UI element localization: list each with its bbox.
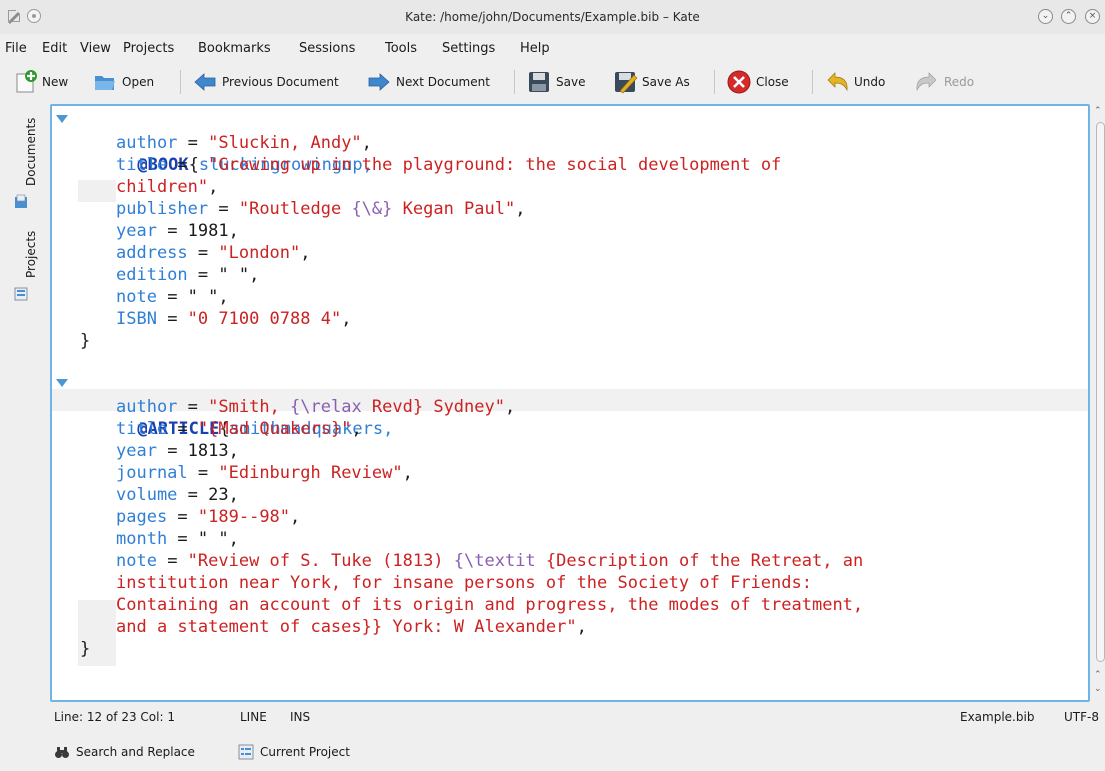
project-list-icon xyxy=(238,744,254,760)
save-disk-icon xyxy=(529,72,549,92)
code-line: @BOOK{sluckingrowingup, xyxy=(52,110,373,175)
search-replace-tab[interactable]: Search and Replace xyxy=(54,744,195,760)
code-line: address = "London", xyxy=(116,243,311,263)
maximize-icon[interactable]: ⌃ xyxy=(1061,9,1076,24)
tab-projects[interactable]: Projects xyxy=(24,231,38,278)
code-line: edition = " ", xyxy=(116,265,260,285)
code-line: year = 1981, xyxy=(116,221,239,241)
vertical-scrollbar[interactable]: ⌃ ⌃ ⌄ xyxy=(1092,104,1105,702)
code-line: ISBN = "0 7100 0788 4", xyxy=(116,309,352,329)
cursor-position: Line: 12 of 23 Col: 1 xyxy=(54,710,175,724)
folder-open-icon xyxy=(95,76,115,90)
documents-icon[interactable] xyxy=(13,194,29,210)
redo-button[interactable]: Redo xyxy=(914,62,974,102)
code-line: } xyxy=(80,331,91,351)
code-line: and a statement of cases}} York: W Alexa… xyxy=(116,617,587,637)
menu-tools[interactable]: Tools xyxy=(385,41,417,56)
code-line: title = "Growing up in the playground: t… xyxy=(116,155,782,175)
main-toolbar: New Open Previous Document Next Document… xyxy=(0,62,1105,102)
menu-projects[interactable]: Projects xyxy=(123,41,174,56)
code-line: author = "Sluckin, Andy", xyxy=(116,133,372,153)
code-editor[interactable]: @BOOK{sluckingrowingup, author = "Slucki… xyxy=(50,104,1090,702)
toolbar-separator xyxy=(714,70,715,94)
undo-button[interactable]: Undo xyxy=(824,62,885,102)
wrap-indicator xyxy=(78,600,116,622)
undo-icon xyxy=(827,72,848,92)
menu-edit[interactable]: Edit xyxy=(42,41,67,56)
close-window-icon[interactable]: × xyxy=(1085,9,1100,24)
minimize-icon[interactable]: ⌄ xyxy=(1038,9,1053,24)
code-line: note = "Review of S. Tuke (1813) {\texti… xyxy=(116,551,864,571)
scroll-up-icon[interactable]: ⌃ xyxy=(1094,106,1102,116)
code-line: } xyxy=(80,639,91,659)
status-bar: Line: 12 of 23 Col: 1 LINE INS Example.b… xyxy=(0,706,1105,728)
menu-settings[interactable]: Settings xyxy=(442,41,495,56)
code-line: year = 1813, xyxy=(116,441,239,461)
previous-document-button[interactable]: Previous Document xyxy=(192,62,339,102)
menu-bar: File Edit View Projects Bookmarks Sessio… xyxy=(0,34,1105,62)
code-line: volume = 23, xyxy=(116,485,239,505)
projects-icon[interactable] xyxy=(13,286,29,302)
arrow-left-icon xyxy=(194,73,216,91)
menu-file[interactable]: File xyxy=(5,41,27,56)
save-button[interactable]: Save xyxy=(526,62,585,102)
code-line: @ARTICLE{smithmadquakers, xyxy=(52,374,393,439)
code-line: children", xyxy=(116,177,219,197)
code-line: title = "{Mad Quakers}", xyxy=(116,419,362,439)
fold-toggle-icon[interactable] xyxy=(56,379,68,387)
menu-help[interactable]: Help xyxy=(520,41,550,56)
tab-documents[interactable]: Documents xyxy=(24,118,38,186)
binoculars-icon xyxy=(55,747,69,758)
code-line: institution near York, for insane person… xyxy=(116,573,812,593)
code-line: author = "Smith, {\relax Revd} Sydney", xyxy=(116,397,516,417)
redo-icon xyxy=(916,72,937,92)
toolbar-separator xyxy=(514,70,515,94)
encoding[interactable]: UTF-8 xyxy=(1064,710,1099,724)
bottom-tool-views: Search and Replace Current Project xyxy=(0,736,1105,768)
next-document-button[interactable]: Next Document xyxy=(366,62,490,102)
current-project-tab[interactable]: Current Project xyxy=(238,744,350,760)
fold-toggle-icon[interactable] xyxy=(56,115,68,123)
scroll-up-icon[interactable]: ⌃ xyxy=(1094,670,1102,680)
title-bar: Kate: /home/john/Documents/Example.bib –… xyxy=(0,0,1105,34)
file-name: Example.bib xyxy=(960,710,1035,724)
toolbar-separator xyxy=(180,70,181,94)
new-button[interactable]: New xyxy=(12,62,68,102)
code-line: month = " ", xyxy=(116,529,239,549)
code-line: journal = "Edinburgh Review", xyxy=(116,463,413,483)
code-line: publisher = "Routledge {\&} Kegan Paul", xyxy=(116,199,526,219)
insert-mode[interactable]: INS xyxy=(290,710,310,724)
new-document-icon xyxy=(16,70,37,93)
menu-view[interactable]: View xyxy=(80,41,111,56)
save-as-button[interactable]: Save As xyxy=(612,62,690,102)
side-tool-views: Documents Projects xyxy=(0,102,44,702)
toolbar-separator xyxy=(812,70,813,94)
save-as-icon xyxy=(615,72,638,94)
code-line: note = " ", xyxy=(116,287,229,307)
window-title: Kate: /home/john/Documents/Example.bib –… xyxy=(405,10,700,24)
scrollbar-handle[interactable] xyxy=(1096,122,1105,662)
selection-mode[interactable]: LINE xyxy=(240,710,267,724)
scroll-down-icon[interactable]: ⌄ xyxy=(1094,684,1102,694)
menu-bookmarks[interactable]: Bookmarks xyxy=(198,41,271,56)
menu-sessions[interactable]: Sessions xyxy=(299,41,355,56)
arrow-right-icon xyxy=(368,73,390,91)
code-line: Containing an account of its origin and … xyxy=(116,595,864,615)
close-document-icon xyxy=(727,70,751,94)
open-button[interactable]: Open xyxy=(92,62,154,102)
code-line: pages = "189--98", xyxy=(116,507,301,527)
close-button[interactable]: Close xyxy=(726,62,789,102)
